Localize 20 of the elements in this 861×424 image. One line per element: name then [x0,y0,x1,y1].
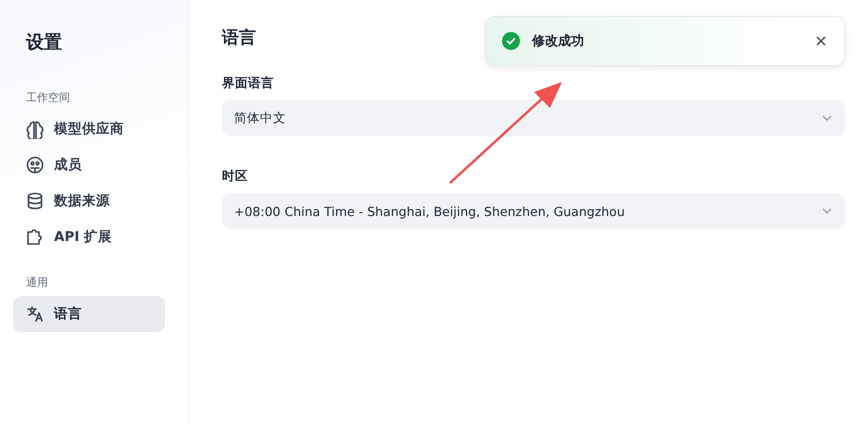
check-icon [502,32,520,50]
sidebar-item[interactable]: 成员 [13,147,165,183]
sidebar-item[interactable]: 数据来源 [13,183,165,219]
page-title: 语言 [222,27,256,49]
database-icon [25,191,45,211]
field-label: 时区 [222,168,248,185]
select-field[interactable]: +08:00 China Time - Shanghai, Beijing, Shenzhen, Guangzhou [222,193,845,229]
field-label: 界面语言 [222,75,274,92]
sidebar-item[interactable]: 模型供应商 [13,111,165,147]
close-icon[interactable] [814,34,828,48]
face-icon [25,155,45,175]
translate-icon [25,304,45,324]
section-label: 工作空间 [26,90,71,105]
select-field[interactable]: 简体中文 [222,100,845,136]
sidebar-title: 设置 [26,31,63,54]
sidebar-item[interactable]: 语言 [13,296,165,332]
sidebar-item[interactable]: API 扩展 [13,219,165,255]
section-label: 通用 [26,275,49,290]
brain-icon [25,119,45,139]
toast-message: 修改成功 [532,33,585,50]
